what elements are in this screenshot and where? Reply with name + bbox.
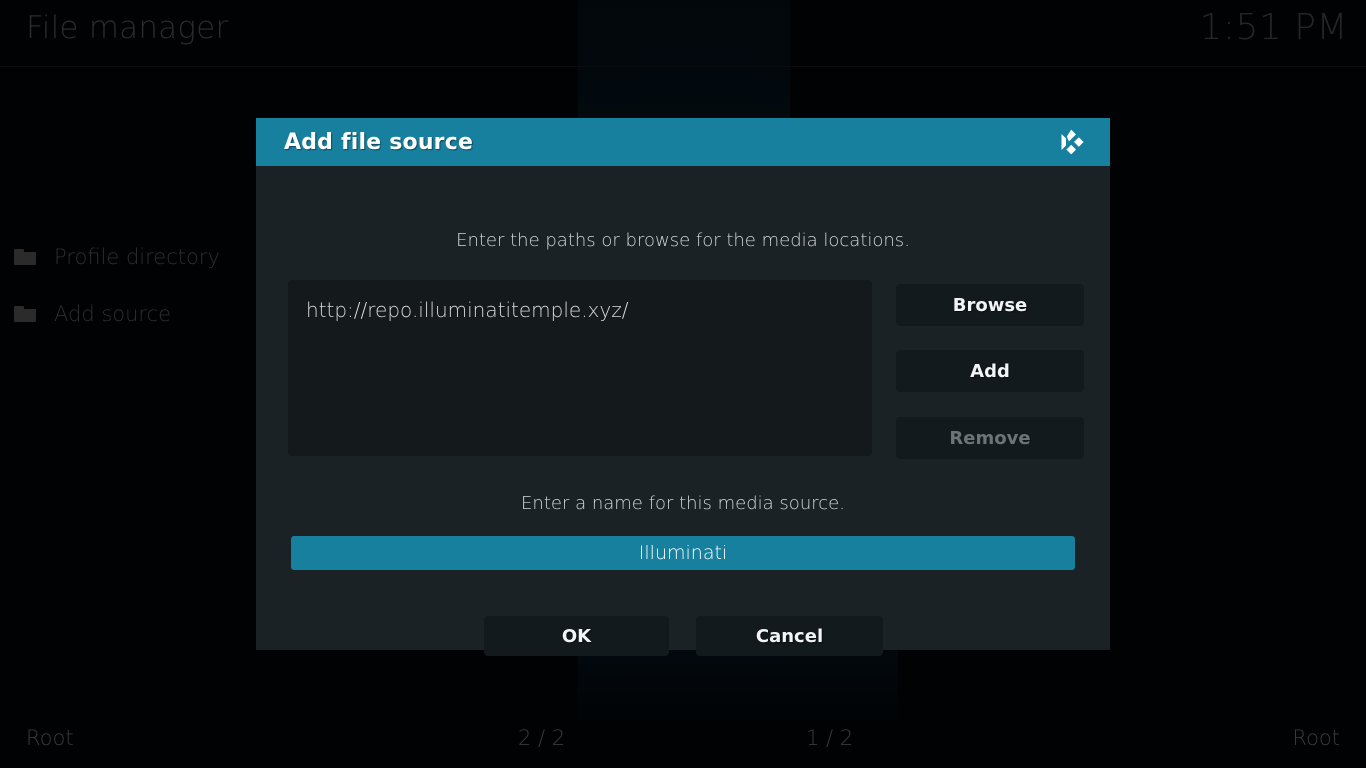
statusbar: Root 2 / 2 1 / 2 Root: [0, 712, 1366, 768]
dialog-title: Add file source: [284, 130, 473, 155]
list-item[interactable]: http://repo.illuminatitemple.xyz/: [306, 296, 854, 324]
statusbar-right-count: 1 / 2: [806, 726, 853, 750]
page-title: File manager: [26, 10, 228, 46]
paths-hint-label: Enter the paths or browse for the media …: [256, 230, 1110, 251]
add-file-source-dialog: Add file source Enter the paths or brows…: [256, 118, 1110, 650]
kodi-screen: File manager 1:51 PM Profile directory A…: [0, 0, 1366, 768]
sidebar-item-label: Profile directory: [54, 245, 220, 269]
paths-list[interactable]: http://repo.illuminatitemple.xyz/: [288, 280, 872, 456]
cancel-button[interactable]: Cancel: [696, 616, 883, 656]
sidebar-item-label: Add source: [54, 302, 171, 326]
dialog-body: Enter the paths or browse for the media …: [256, 166, 1110, 650]
remove-button: Remove: [896, 417, 1084, 459]
dialog-header: Add file source: [256, 118, 1110, 166]
statusbar-left-label: Root: [26, 726, 74, 750]
source-name-input[interactable]: Illuminati: [291, 536, 1075, 570]
sidebar-item-add-source[interactable]: Add source: [14, 297, 171, 331]
browse-button[interactable]: Browse: [896, 284, 1084, 326]
header-divider: [0, 66, 1366, 67]
background-panel-glow-lower: [578, 648, 898, 720]
statusbar-right-label: Root: [1292, 726, 1340, 750]
statusbar-left-count: 2 / 2: [518, 726, 565, 750]
folder-icon: [14, 306, 36, 322]
kodi-logo-icon: [1054, 125, 1088, 159]
add-button[interactable]: Add: [896, 350, 1084, 392]
sidebar-item-profile-directory[interactable]: Profile directory: [14, 240, 220, 274]
ok-button[interactable]: OK: [484, 616, 669, 656]
clock-label: 1:51 PM: [1199, 7, 1348, 48]
folder-icon: [14, 249, 36, 265]
name-hint-label: Enter a name for this media source.: [256, 493, 1110, 514]
